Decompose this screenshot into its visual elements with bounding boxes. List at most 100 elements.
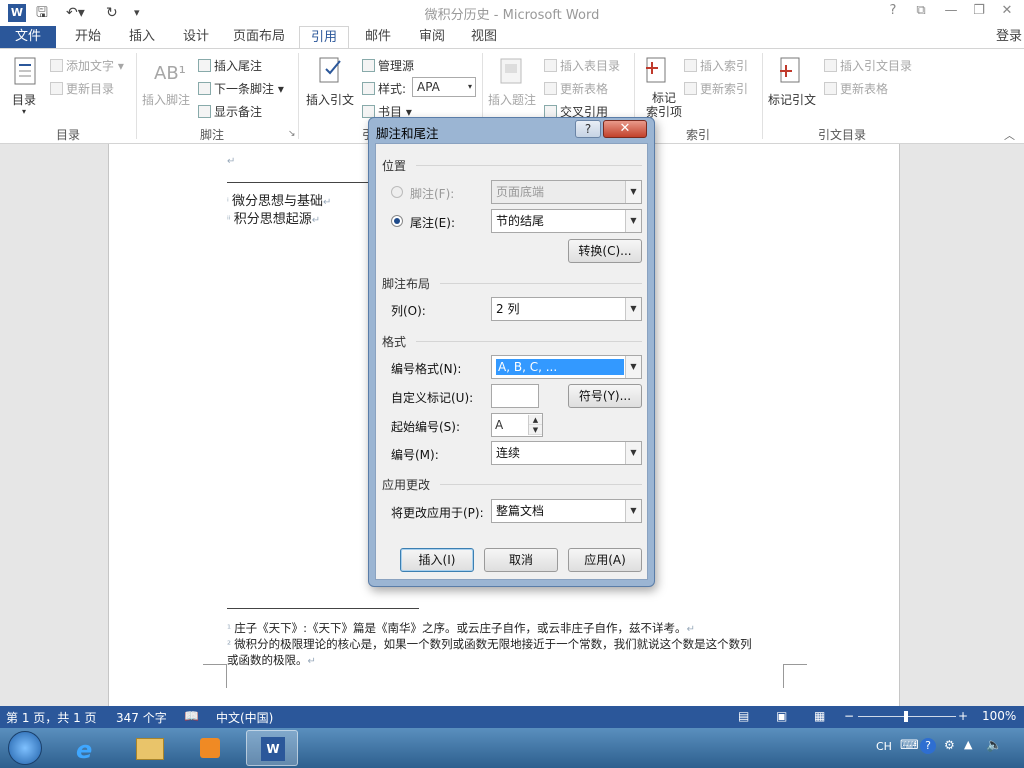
group-separator	[136, 53, 137, 139]
volume-icon[interactable]: 🔈	[986, 738, 1002, 753]
endnote-location-select[interactable]: 节的结尾 ▼	[491, 209, 642, 233]
update-toc-icon	[50, 82, 63, 95]
dialog-close-icon[interactable]: ✕	[603, 120, 647, 138]
tab-view[interactable]: 视图	[462, 26, 506, 48]
footnote-radio[interactable]	[391, 186, 403, 198]
insert-toa-button[interactable]: 插入引文目录	[824, 57, 912, 74]
ie-icon[interactable]: e	[62, 730, 114, 766]
ribbon-tabs: 文件 开始 插入 设计 页面布局 引用 邮件 审阅 视图 登录	[0, 26, 1024, 48]
apply-button[interactable]: 应用(A)	[568, 548, 642, 572]
footnote-1[interactable]: ¹ 庄子《天下》:《天下》篇是《南华》之序。或云庄子自作，或云非庄子自作，兹不详…	[227, 620, 695, 636]
insert-index-button[interactable]: 插入索引	[684, 57, 748, 74]
tab-review[interactable]: 审阅	[410, 26, 454, 48]
show-notes-button[interactable]: 显示备注	[198, 103, 262, 120]
web-layout-icon[interactable]: ▦	[814, 709, 825, 723]
input-settings-icon[interactable]: ⚙	[944, 738, 955, 752]
mark-citation-button[interactable]: 标记引文	[768, 91, 816, 108]
media-player-icon[interactable]	[184, 730, 236, 766]
start-at-spinner[interactable]: ▲ ▼	[528, 415, 542, 435]
numbering-select[interactable]: 连续 ▼	[491, 441, 642, 465]
close-window-icon[interactable]: ✕	[996, 3, 1018, 18]
spin-up-icon[interactable]: ▲	[529, 415, 542, 425]
cancel-button[interactable]: 取消	[484, 548, 558, 572]
print-layout-icon[interactable]: ▣	[776, 709, 787, 723]
tab-design[interactable]: 设计	[174, 26, 218, 48]
ribbon-display-icon[interactable]: ⧉	[910, 3, 932, 18]
restore-icon[interactable]: ❐	[968, 3, 990, 18]
word-count[interactable]: 347 个字	[116, 709, 167, 726]
endnote-radio[interactable]	[391, 215, 403, 227]
insert-button[interactable]: 插入(I)	[400, 548, 474, 572]
custom-mark-input[interactable]	[491, 384, 539, 408]
login-link[interactable]: 登录	[996, 26, 1022, 48]
help-icon[interactable]: ?	[882, 3, 904, 18]
tab-mailings[interactable]: 邮件	[356, 26, 400, 48]
tab-file[interactable]: 文件	[0, 26, 56, 48]
tab-page-layout[interactable]: 页面布局	[228, 26, 290, 48]
section-apply: 应用更改	[382, 478, 431, 492]
tab-home[interactable]: 开始	[66, 26, 110, 48]
manage-sources-button[interactable]: 管理源	[362, 57, 414, 74]
spin-down-icon[interactable]: ▼	[529, 425, 542, 435]
group-label-toc: 目录	[56, 128, 81, 142]
symbol-button[interactable]: 符号(Y)...	[568, 384, 642, 408]
mark-entry-button[interactable]: 标记 索引项	[646, 91, 682, 119]
update-toa-icon	[824, 82, 837, 95]
section-divider	[416, 341, 642, 342]
dialog-body: 位置 脚注(F): 页面底端 ▼ 尾注(E): 节的结尾 ▼ 转换(C)... 脚注…	[375, 143, 648, 580]
zoom-level[interactable]: 100%	[982, 709, 1016, 723]
doc-line-1[interactable]: ⁱ 微分思想与基础↵	[227, 190, 331, 209]
endnote-icon	[198, 59, 211, 72]
input-language[interactable]: CH	[876, 740, 892, 753]
proofing-icon[interactable]: 📖	[184, 709, 199, 723]
style-select[interactable]: APA ▾	[412, 77, 476, 97]
read-mode-icon[interactable]: ▤	[738, 709, 749, 723]
status-bar: 第 1 页，共 1 页 347 个字 📖 中文(中国) ▤ ▣ ▦ − + 10…	[0, 706, 1024, 728]
update-table-button[interactable]: 更新表格	[544, 80, 608, 97]
footnote-separator	[227, 608, 419, 609]
footnote-location-select[interactable]: 页面底端 ▼	[491, 180, 642, 204]
insert-endnote-button[interactable]: 插入尾注	[198, 57, 262, 74]
zoom-slider-thumb[interactable]	[904, 711, 908, 722]
page-count[interactable]: 第 1 页，共 1 页	[6, 709, 97, 726]
number-format-select[interactable]: A, B, C, ... ▼	[491, 355, 642, 379]
update-toa-button[interactable]: 更新表格	[824, 80, 888, 97]
footnote-2-continued[interactable]: 或函数的极限。↵	[227, 652, 316, 668]
explorer-icon[interactable]	[124, 730, 176, 766]
convert-button[interactable]: 转换(C)...	[568, 239, 642, 263]
insert-footnote-button[interactable]: 插入脚注	[142, 91, 190, 108]
zoom-out-icon[interactable]: −	[844, 709, 854, 723]
insert-tof-button[interactable]: 插入表目录	[544, 57, 620, 74]
footnote-dialog-launcher-icon[interactable]: ↘	[288, 129, 296, 139]
doc-line-2[interactable]: ⁱⁱ 积分思想起源↵	[227, 208, 320, 227]
keyboard-icon[interactable]: ⌨	[900, 738, 919, 753]
toc-button[interactable]: 目录	[12, 91, 36, 108]
minimize-icon[interactable]: —	[940, 3, 962, 18]
start-orb-icon[interactable]	[8, 731, 42, 765]
tab-references[interactable]: 引用	[299, 26, 349, 48]
tab-insert[interactable]: 插入	[120, 26, 164, 48]
chevron-down-icon: ▼	[625, 500, 641, 522]
show-hidden-icons-icon[interactable]: ▲	[964, 738, 972, 751]
update-toc-button[interactable]: 更新目录	[50, 80, 114, 97]
dialog-help-icon[interactable]: ?	[575, 120, 601, 138]
next-footnote-button[interactable]: 下一条脚注 ▾	[198, 80, 284, 97]
toc-dropdown-icon[interactable]: ▾	[22, 107, 26, 116]
update-index-button[interactable]: 更新索引	[684, 80, 748, 97]
chevron-down-icon: ▼	[625, 356, 641, 378]
columns-select[interactable]: 2 列 ▼	[491, 297, 642, 321]
footnote-2[interactable]: ² 微积分的极限理论的核心是，如果一个数列或函数无限地接近于一个常数，我们就说这…	[227, 636, 752, 652]
title-bar: W 🖫 ↶▾ ↻ ▾ 微积分历史 - Microsoft Word ? ⧉ — …	[0, 0, 1024, 26]
word-taskbar-button[interactable]: W	[246, 730, 298, 766]
footnote-endnote-dialog: 脚注和尾注 ? ✕ 位置 脚注(F): 页面底端 ▼ 尾注(E): 节的结尾 ▼ 转…	[368, 117, 655, 587]
language[interactable]: 中文(中国)	[216, 709, 273, 726]
collapse-ribbon-icon[interactable]: ︿	[1004, 127, 1015, 143]
start-at-input[interactable]: A ▲ ▼	[491, 413, 543, 437]
word-icon: W	[261, 737, 285, 761]
add-text-button[interactable]: 添加文字 ▾	[50, 57, 124, 74]
insert-caption-button[interactable]: 插入题注	[488, 91, 536, 108]
zoom-in-icon[interactable]: +	[958, 709, 968, 723]
help-tray-icon[interactable]: ?	[920, 738, 936, 754]
apply-to-select[interactable]: 整篇文档 ▼	[491, 499, 642, 523]
insert-citation-button[interactable]: 插入引文	[306, 91, 354, 108]
